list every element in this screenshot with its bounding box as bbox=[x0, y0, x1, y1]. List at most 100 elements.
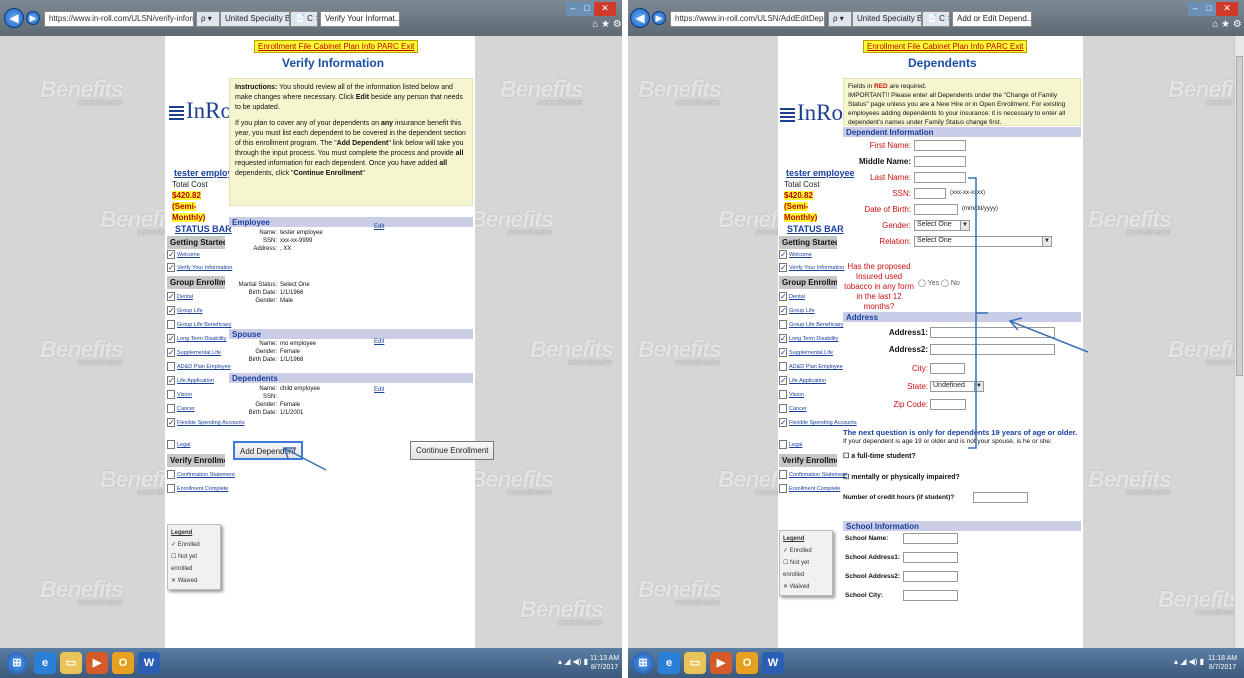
home-star-gear-icons[interactable]: ⌂ ★ ⚙ bbox=[592, 18, 622, 32]
city-input[interactable] bbox=[930, 363, 965, 374]
sidebar-item-long-term-disability[interactable]: ✓ Long Term Disability bbox=[167, 334, 226, 345]
address2-input[interactable] bbox=[930, 344, 1055, 355]
spouse-edit-link[interactable]: Edit bbox=[374, 339, 384, 345]
sidebar-item-group-life[interactable]: ✓ Group Life bbox=[167, 306, 203, 317]
taskbar: ⊞ e ▭ ▶ O W ▴ ◢ ◀) ▮ 11:18 AM 8/7/2017 bbox=[628, 648, 1244, 678]
page-scrollbar[interactable] bbox=[1234, 36, 1244, 648]
school-city-input[interactable] bbox=[903, 590, 958, 601]
tab-united-specialty[interactable]: United Specialty Benefits ... bbox=[220, 11, 290, 27]
outlook-icon[interactable]: O bbox=[112, 652, 134, 674]
word-icon[interactable]: W bbox=[138, 652, 160, 674]
sidebar-item-group-life-beneficiary[interactable]: Group Life Beneficiary bbox=[167, 320, 231, 331]
start-orb-icon[interactable]: ⊞ bbox=[632, 652, 654, 674]
dependent-edit-link[interactable]: Edit bbox=[374, 387, 384, 393]
outlook-icon[interactable]: O bbox=[736, 652, 758, 674]
gender-select[interactable]: Select One ▼ bbox=[914, 220, 970, 231]
tobacco-radio-group[interactable]: ◯ Yes ◯ No bbox=[918, 279, 960, 287]
close-icon[interactable]: ✕ bbox=[594, 2, 616, 16]
sidebar-item-group-life-beneficiary[interactable]: Group Life Beneficiary bbox=[779, 320, 843, 331]
sidebar-item-confirmation[interactable]: Confirmation Statement bbox=[779, 470, 847, 481]
folder-icon[interactable]: ▭ bbox=[684, 652, 706, 674]
continue-enrollment-button[interactable]: Continue Enrollment bbox=[410, 441, 495, 460]
ie-icon[interactable]: e bbox=[34, 652, 56, 674]
home-star-gear-icons[interactable]: ⌂ ★ ⚙ bbox=[1212, 18, 1242, 32]
sidebar-item-cancer[interactable]: Cancer bbox=[779, 404, 807, 415]
folder-icon[interactable]: ▭ bbox=[60, 652, 82, 674]
media-icon[interactable]: ▶ bbox=[710, 652, 732, 674]
start-orb-icon[interactable]: ⊞ bbox=[6, 652, 28, 674]
sidebar-item-enrollment-complete[interactable]: Enrollment Complete bbox=[779, 484, 840, 495]
sidebar-item-dental[interactable]: ✓ Dental bbox=[779, 292, 805, 303]
tab-verify-information[interactable]: Verify Your Informat... × bbox=[320, 11, 400, 27]
sidebar-item-legal[interactable]: Legal bbox=[779, 440, 802, 451]
sidebar-item-vision[interactable]: Vision bbox=[779, 390, 804, 401]
clock[interactable]: 11:13 AM 8/7/2017 bbox=[590, 654, 619, 672]
ie-icon[interactable]: e bbox=[658, 652, 680, 674]
middle-name-input[interactable] bbox=[914, 156, 966, 167]
address-bar[interactable]: https://www.in-roll.com/ULSN/AddEditDepe… bbox=[670, 11, 825, 27]
maximize-icon[interactable]: □ bbox=[1202, 2, 1216, 16]
search-icon[interactable]: ρ ▾ bbox=[828, 11, 852, 27]
forward-icon[interactable]: ▶ bbox=[26, 11, 40, 25]
address1-input[interactable] bbox=[930, 327, 1055, 338]
top-nav-links[interactable]: Enrollment File Cabinet Plan Info PARC E… bbox=[863, 40, 1028, 53]
refresh-icon[interactable]: 📄 C ✕ bbox=[290, 11, 318, 27]
sidebar-item-verify-info[interactable]: ✓ Verify Your Information bbox=[779, 263, 844, 274]
minimize-icon[interactable]: – bbox=[1188, 2, 1202, 16]
clock[interactable]: 11:18 AM 8/7/2017 bbox=[1208, 654, 1237, 672]
watermark-logo: Benefitscoordinator bbox=[40, 336, 124, 367]
sidebar-item-enrollment-complete[interactable]: Enrollment Complete bbox=[167, 484, 228, 495]
zip-input[interactable] bbox=[930, 399, 966, 410]
sidebar-item-welcome[interactable]: ✓ Welcome bbox=[779, 250, 812, 261]
sidebar-item-verify-info[interactable]: ✓ Verify Your Information bbox=[167, 263, 232, 274]
state-select[interactable]: Undefined ▼ bbox=[930, 381, 984, 392]
school-address1-input[interactable] bbox=[903, 552, 958, 563]
dob-input[interactable] bbox=[914, 204, 958, 215]
sidebar-item-add-plan[interactable]: AD&D Plan Employee bbox=[167, 362, 231, 373]
tab-united-specialty[interactable]: United Specialty Benefits ... bbox=[852, 11, 922, 27]
first-name-input[interactable] bbox=[914, 140, 966, 151]
back-icon[interactable]: ◀ bbox=[4, 8, 24, 28]
watermark-logo: Benefitscoordinator bbox=[1168, 336, 1244, 367]
sidebar-item-confirmation[interactable]: Confirmation Statement bbox=[167, 470, 235, 481]
sidebar-item-add-plan[interactable]: AD&D Plan Employee bbox=[779, 362, 843, 373]
relation-select[interactable]: Select One ▼ bbox=[914, 236, 1052, 247]
back-icon[interactable]: ◀ bbox=[630, 8, 650, 28]
sidebar-item-supplemental-life[interactable]: ✓ Supplemental Life bbox=[779, 348, 833, 359]
sidebar-item-vision[interactable]: Vision bbox=[167, 390, 192, 401]
school-address1-label: School Address1: bbox=[845, 554, 901, 561]
minimize-icon[interactable]: – bbox=[566, 2, 580, 16]
add-dependent-button[interactable]: Add Dependent bbox=[233, 441, 303, 460]
employee-edit-link[interactable]: Edit bbox=[374, 224, 384, 230]
sidebar-item-life-application[interactable]: ✓ Life Application bbox=[167, 376, 214, 387]
sidebar-item-dental[interactable]: ✓ Dental bbox=[167, 292, 193, 303]
address-bar[interactable]: https://www.in-roll.com/ULSN/verify-info… bbox=[44, 11, 194, 27]
sidebar-item-welcome[interactable]: ✓ Welcome bbox=[167, 250, 200, 261]
sidebar-item-long-term-disability[interactable]: ✓ Long Term Disability bbox=[779, 334, 838, 345]
sidebar-item-legal[interactable]: Legal bbox=[167, 440, 190, 451]
sidebar-item-life-application[interactable]: ✓ Life Application bbox=[779, 376, 826, 387]
tray-icons[interactable]: ▴ ◢ ◀) ▮ bbox=[558, 657, 588, 666]
school-address2-input[interactable] bbox=[903, 571, 958, 582]
impaired-checkbox[interactable]: ☐ mentally or physically impaired? bbox=[843, 473, 960, 481]
forward-icon[interactable]: ▶ bbox=[652, 11, 666, 25]
tray-icons[interactable]: ▴ ◢ ◀) ▮ bbox=[1174, 657, 1204, 666]
fulltime-checkbox[interactable]: ☐ a full-time student? bbox=[843, 452, 916, 460]
employee-gender: Male bbox=[280, 298, 294, 304]
ssn-input[interactable] bbox=[914, 188, 946, 199]
maximize-icon[interactable]: □ bbox=[580, 2, 594, 16]
word-icon[interactable]: W bbox=[762, 652, 784, 674]
top-nav-links[interactable]: Enrollment File Cabinet Plan Info PARC E… bbox=[254, 40, 419, 53]
close-icon[interactable]: ✕ bbox=[1216, 2, 1238, 16]
sidebar-item-group-life[interactable]: ✓ Group Life bbox=[779, 306, 815, 317]
last-name-input[interactable] bbox=[914, 172, 966, 183]
credit-hours-input[interactable] bbox=[973, 492, 1028, 503]
tab-add-edit-dependent[interactable]: Add or Edit Depend... × bbox=[952, 11, 1032, 27]
sidebar-item-flexible-spending[interactable]: ✓ Flexible Spending Accounts bbox=[167, 418, 245, 429]
media-icon[interactable]: ▶ bbox=[86, 652, 108, 674]
sidebar-item-supplemental-life[interactable]: ✓ Supplemental Life bbox=[167, 348, 221, 359]
sidebar-item-cancer[interactable]: Cancer bbox=[167, 404, 195, 415]
refresh-icon[interactable]: 📄 C ✕ bbox=[922, 11, 950, 27]
school-name-input[interactable] bbox=[903, 533, 958, 544]
search-icon[interactable]: ρ ▾ bbox=[196, 11, 220, 27]
